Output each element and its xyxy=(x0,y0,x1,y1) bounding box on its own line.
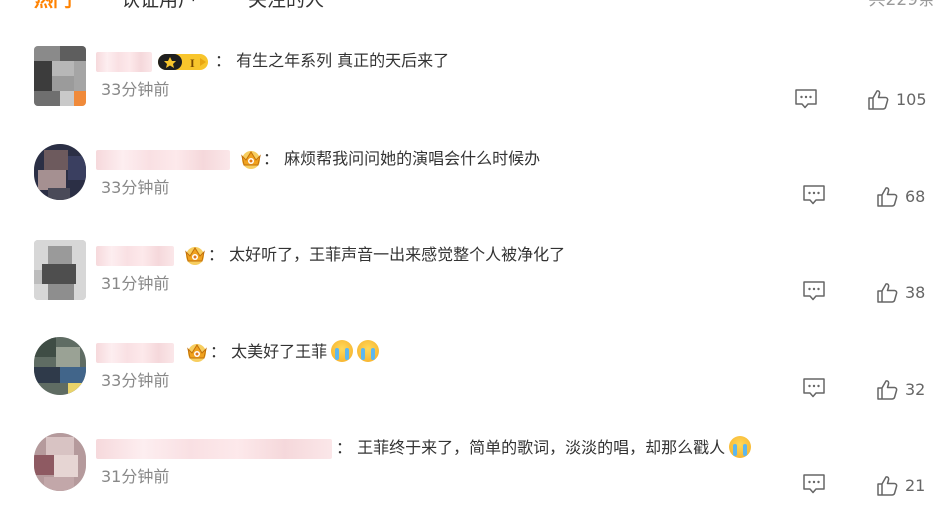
comment-text-body: ： 王菲终于来了，简单的歌词，淡淡的唱，却那么戳人 xyxy=(336,438,726,457)
tab-following[interactable]: 关注的人 xyxy=(248,0,324,14)
comment-item: ： 太好听了，王菲声音一出来感觉整个人被净化了 31分钟前 38 xyxy=(0,240,943,335)
level-badge-icon: I xyxy=(156,52,210,72)
avatar[interactable] xyxy=(34,337,86,395)
tab-hot[interactable]: 热门 xyxy=(34,0,72,14)
comment-time: 33分钟前 xyxy=(101,371,170,390)
avatar[interactable] xyxy=(34,46,86,106)
like-icon[interactable] xyxy=(867,89,889,111)
crown-icon xyxy=(238,148,264,170)
like-count: 68 xyxy=(905,187,926,206)
avatar[interactable] xyxy=(34,433,86,491)
comment-time: 33分钟前 xyxy=(101,178,170,197)
username-blurred[interactable] xyxy=(96,439,332,459)
svg-text:I: I xyxy=(190,56,195,70)
crying-emoji-icon xyxy=(331,340,354,362)
like-icon[interactable] xyxy=(876,186,898,208)
comment-text: ： 太美好了王菲 xyxy=(210,339,380,365)
comment-item: I ： 有生之年系列 真正的天后来了 33分钟前 105 xyxy=(0,46,943,141)
comment-item: ： 麻烦帮我问问她的演唱会什么时候办 33分钟前 68 xyxy=(0,144,943,239)
comment-item: ： 太美好了王菲 33分钟前 32 xyxy=(0,337,943,432)
total-count: 共229条 xyxy=(868,0,935,10)
like-icon[interactable] xyxy=(876,282,898,304)
reply-icon[interactable] xyxy=(802,473,826,495)
reply-icon[interactable] xyxy=(794,88,818,110)
avatar[interactable] xyxy=(34,240,86,300)
comment-tabs: 热门 认证用户 关注的人 共229条 xyxy=(0,0,943,14)
like-count: 32 xyxy=(905,380,926,399)
comment-text: ： 麻烦帮我问问她的演唱会什么时候办 xyxy=(263,149,541,168)
crown-icon xyxy=(182,244,208,266)
reply-icon[interactable] xyxy=(802,280,826,302)
like-icon[interactable] xyxy=(876,475,898,497)
username-blurred[interactable] xyxy=(96,150,230,170)
like-icon[interactable] xyxy=(876,379,898,401)
comment-time: 31分钟前 xyxy=(101,274,170,293)
crown-icon xyxy=(184,341,210,363)
username-blurred[interactable] xyxy=(96,343,174,363)
crying-emoji-icon xyxy=(729,436,752,458)
comment-text: ： 太好听了，王菲声音一出来感觉整个人被净化了 xyxy=(208,245,566,264)
comment-text: ： 有生之年系列 真正的天后来了 xyxy=(215,51,450,70)
reply-icon[interactable] xyxy=(802,377,826,399)
like-count: 21 xyxy=(905,476,926,495)
comment-text-body: ： 太美好了王菲 xyxy=(210,342,328,361)
comment-item: ： 王菲终于来了，简单的歌词，淡淡的唱，却那么戳人 31分钟前 21 xyxy=(0,433,943,528)
comment-time: 33分钟前 xyxy=(101,80,170,99)
like-count: 38 xyxy=(905,283,926,302)
comment-time: 31分钟前 xyxy=(101,467,170,486)
comment-text: ： 王菲终于来了，简单的歌词，淡淡的唱，却那么戳人 xyxy=(336,435,752,461)
tab-verified-users[interactable]: 认证用户 xyxy=(121,0,197,14)
crying-emoji-icon xyxy=(357,340,380,362)
username-blurred[interactable] xyxy=(96,246,174,266)
like-count: 105 xyxy=(896,90,927,109)
username-blurred[interactable] xyxy=(96,52,152,72)
reply-icon[interactable] xyxy=(802,184,826,206)
avatar[interactable] xyxy=(34,144,86,200)
